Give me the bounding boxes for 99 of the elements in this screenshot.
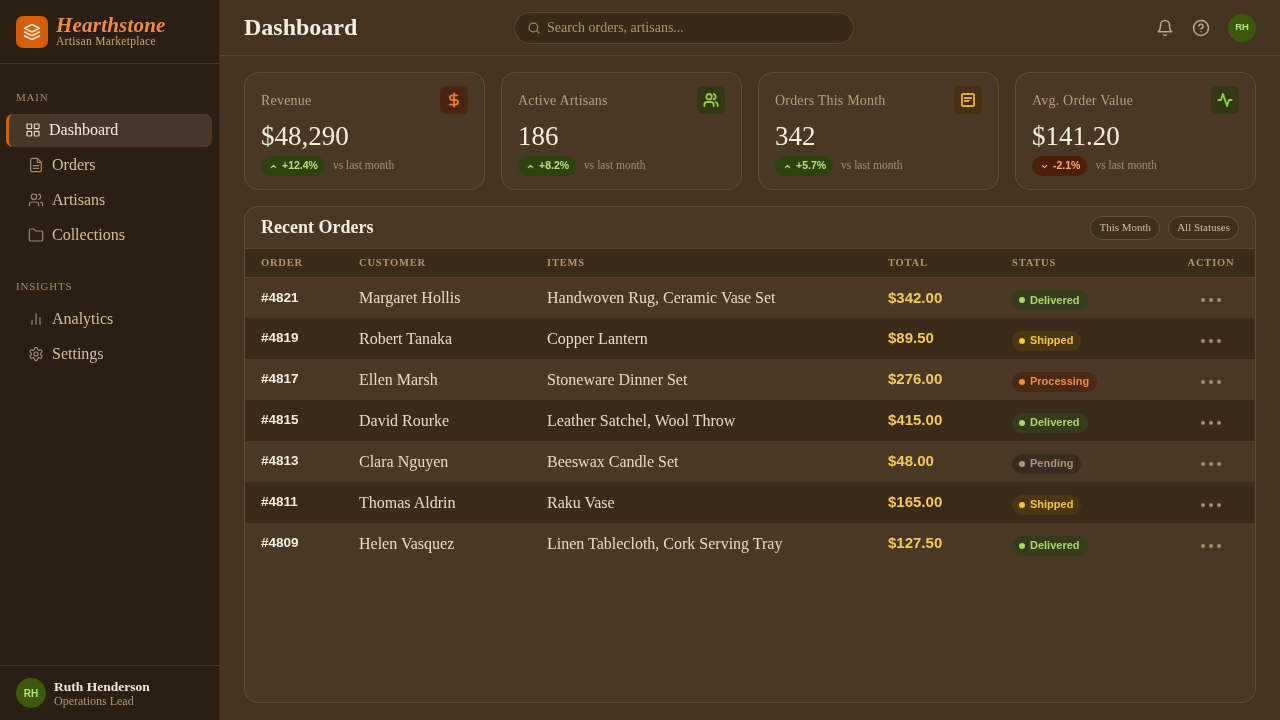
document-icon: [28, 157, 44, 173]
order-total: $415.00: [872, 400, 996, 441]
sidebar-item[interactable]: Collections: [6, 218, 212, 252]
trend-value: +12.4%: [282, 158, 318, 174]
customer-name: Helen Vasquez: [343, 523, 531, 564]
sidebar-item[interactable]: Artisans: [6, 183, 212, 217]
customer-name: Robert Tanaka: [343, 318, 531, 359]
users-icon: [697, 86, 725, 114]
status-text: Delivered: [1030, 415, 1080, 431]
customer-name: Thomas Aldrin: [343, 482, 531, 523]
order-total: $342.00: [872, 277, 996, 318]
order-items: Stoneware Dinner Set: [531, 359, 872, 400]
more-icon: [1200, 296, 1222, 303]
customer-name: Clara Nguyen: [343, 441, 531, 482]
status-text: Processing: [1030, 374, 1090, 390]
layers-icon: [16, 15, 48, 48]
user-name: Ruth Henderson: [54, 678, 150, 694]
order-id: #4817: [245, 359, 343, 400]
dollar-icon: [440, 86, 468, 114]
order-total: $276.00: [872, 359, 996, 400]
sidebar-item[interactable]: Dashboard: [6, 113, 212, 147]
folder-icon: [28, 227, 44, 243]
order-id: #4819: [245, 318, 343, 359]
filter-button[interactable]: This Month: [1090, 215, 1161, 240]
section-heading: INSIGHTS: [15, 278, 74, 294]
search-icon: [527, 20, 541, 35]
stat-note: vs last month: [841, 158, 903, 174]
status-text: Shipped: [1030, 333, 1074, 349]
settings-icon: [28, 345, 44, 362]
grid-icon: [25, 122, 41, 138]
order-items: Handwoven Rug, Ceramic Vase Set: [531, 277, 872, 318]
more-icon: [1200, 542, 1222, 549]
stat-note: vs last month: [332, 158, 395, 174]
order-id: #4815: [245, 400, 343, 441]
help-button[interactable]: [1192, 18, 1210, 37]
status-text: Shipped: [1030, 497, 1074, 513]
column-header: ACTION: [1167, 249, 1255, 277]
order-id: #4821: [245, 277, 343, 318]
column-header: ITEMS: [531, 249, 872, 277]
order-items: Raku Vase: [531, 482, 872, 523]
brand-tagline: Artisan Marketplace: [56, 35, 157, 48]
bell-icon: [1156, 18, 1174, 37]
sidebar-item[interactable]: Settings: [6, 337, 212, 370]
section-heading: MAIN: [15, 90, 50, 105]
users-icon: [28, 192, 44, 208]
order-id: #4809: [245, 523, 343, 564]
order-total: $165.00: [872, 482, 996, 523]
notifications-button[interactable]: [1156, 18, 1174, 37]
filter-button[interactable]: All Statuses: [1168, 215, 1239, 240]
more-icon: [1200, 419, 1222, 426]
search-field[interactable]: Search orders, artisans...: [514, 11, 854, 44]
user-avatar: RH: [16, 678, 46, 708]
trend-value: +8.2%: [539, 158, 570, 174]
stat-label: Avg. Order Value: [1032, 92, 1134, 110]
order-items: Beeswax Candle Set: [531, 441, 872, 482]
stat-value: $48,290: [261, 121, 350, 151]
trend-value: +5.7%: [796, 158, 827, 174]
column-header: TOTAL: [872, 249, 996, 277]
stat-label: Orders This Month: [775, 92, 886, 110]
order-items: Linen Tablecloth, Cork Serving Tray: [531, 523, 872, 564]
note-icon: [954, 86, 982, 114]
more-icon: [1200, 460, 1222, 467]
order-total: $89.50: [872, 318, 996, 359]
column-header: CUSTOMER: [343, 249, 531, 277]
stat-label: Revenue: [261, 92, 312, 110]
status-text: Delivered: [1030, 292, 1080, 308]
order-total: $48.00: [872, 441, 996, 482]
stat-note: vs last month: [1095, 158, 1157, 174]
sidebar-item[interactable]: Analytics: [6, 302, 212, 335]
stat-value: 342: [775, 121, 817, 151]
more-icon: [1200, 501, 1222, 508]
sidebar-item[interactable]: Orders: [6, 148, 212, 182]
user-avatar[interactable]: RH: [1228, 13, 1256, 42]
order-items: Copper Lantern: [531, 318, 872, 359]
status-text: Delivered: [1030, 538, 1080, 554]
stat-note: vs last month: [584, 158, 646, 174]
customer-name: Margaret Hollis: [343, 277, 531, 318]
more-icon: [1200, 378, 1222, 385]
order-total: $127.50: [872, 523, 996, 564]
column-header: STATUS: [996, 249, 1167, 277]
page-title: Dashboard: [244, 13, 359, 42]
order-items: Leather Satchel, Wool Throw: [531, 400, 872, 441]
customer-name: David Rourke: [343, 400, 531, 441]
order-id: #4813: [245, 441, 343, 482]
order-id: #4811: [245, 482, 343, 523]
customer-name: Ellen Marsh: [343, 359, 531, 400]
status-text: Pending: [1030, 456, 1074, 472]
stat-label: Active Artisans: [518, 92, 608, 110]
help-icon: [1192, 18, 1210, 37]
panel-title: Recent Orders: [261, 216, 374, 239]
trend-value: -2.1%: [1053, 158, 1081, 174]
bar-chart-icon: [28, 310, 44, 327]
column-header: ORDER: [245, 249, 343, 277]
brand-name: Hearthstone: [56, 15, 166, 35]
stat-value: $141.20: [1032, 121, 1121, 151]
stat-value: 186: [518, 121, 560, 151]
more-icon: [1200, 337, 1222, 344]
pulse-icon: [1211, 86, 1239, 114]
user-role: Operations Lead: [54, 693, 135, 708]
